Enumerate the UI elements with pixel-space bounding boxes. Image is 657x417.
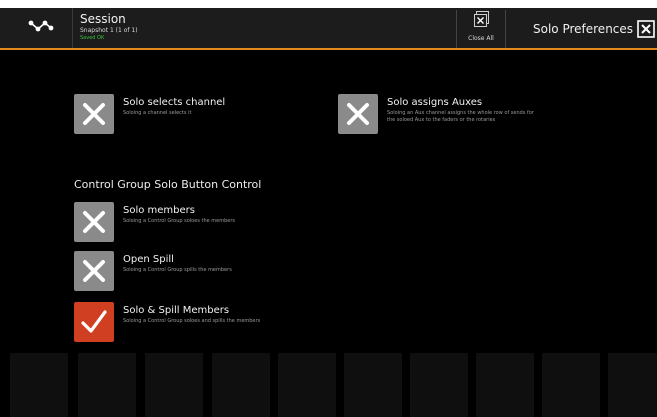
option-solo-selects-channel: Solo selects channel Soloing a channel s… bbox=[74, 94, 314, 134]
option-description: Soloing a Control Group soloes and spill… bbox=[123, 318, 261, 324]
strip-cell bbox=[344, 353, 402, 417]
checkmark-icon bbox=[81, 310, 107, 333]
solo-assigns-auxes-checkbox[interactable] bbox=[338, 94, 378, 134]
x-mark-icon bbox=[83, 260, 105, 282]
strip-cell bbox=[78, 353, 136, 417]
header-bar: Session Snapshot 1 (1 of 1) Saved OK Clo… bbox=[0, 8, 657, 50]
strip-cell bbox=[410, 353, 468, 417]
option-label: Solo selects channel bbox=[123, 97, 226, 108]
x-mark-icon bbox=[83, 211, 105, 233]
option-description: Soloing a Control Group soloes the membe… bbox=[123, 218, 236, 224]
strip-cell bbox=[476, 353, 534, 417]
bottom-strip bbox=[0, 353, 657, 417]
strip-cell bbox=[10, 353, 68, 417]
home-button[interactable] bbox=[10, 8, 73, 48]
panel-title: Solo Preferences bbox=[533, 22, 634, 36]
control-group-heading: Control Group Solo Button Control bbox=[74, 178, 262, 191]
option-description: Soloing a Control Group spills the membe… bbox=[123, 267, 232, 273]
option-description: Soloing a channel selects it bbox=[123, 110, 192, 116]
option-solo-members: Solo members Soloing a Control Group sol… bbox=[74, 202, 334, 242]
option-solo-spill-members: Solo & Spill Members Soloing a Control G… bbox=[74, 302, 354, 342]
session-info[interactable]: Session Snapshot 1 (1 of 1) Saved OK bbox=[80, 12, 450, 46]
strip-cell bbox=[542, 353, 600, 417]
option-label: Solo & Spill Members bbox=[123, 305, 230, 316]
close-icon bbox=[637, 20, 655, 42]
mixer-nodes-icon bbox=[28, 18, 54, 38]
x-mark-icon bbox=[83, 103, 105, 125]
option-label: Solo assigns Auxes bbox=[387, 97, 483, 108]
close-all-windows-icon bbox=[471, 10, 491, 34]
option-open-spill: Open Spill Soloing a Control Group spill… bbox=[74, 251, 334, 291]
solo-spill-members-checkbox[interactable] bbox=[74, 302, 114, 342]
option-description-line-1: Soloing an Aux channel assigns the whole… bbox=[387, 110, 534, 116]
strip-cell bbox=[278, 353, 336, 417]
strip-cell bbox=[212, 353, 270, 417]
strip-cell bbox=[608, 353, 657, 417]
close-all-button[interactable]: Close All bbox=[456, 10, 506, 48]
strip-cell bbox=[145, 353, 203, 417]
solo-members-checkbox[interactable] bbox=[74, 202, 114, 242]
solo-preferences-screen: Session Snapshot 1 (1 of 1) Saved OK Clo… bbox=[0, 8, 657, 417]
close-button[interactable] bbox=[637, 20, 655, 38]
solo-selects-channel-checkbox[interactable] bbox=[74, 94, 114, 134]
option-label: Solo members bbox=[123, 205, 195, 216]
session-title: Session bbox=[80, 12, 126, 26]
open-spill-checkbox[interactable] bbox=[74, 251, 114, 291]
x-mark-icon bbox=[347, 103, 369, 125]
close-all-label: Close All bbox=[468, 35, 494, 42]
snapshot-indicator: Snapshot 1 (1 of 1) bbox=[80, 27, 138, 34]
save-status: Saved OK bbox=[80, 35, 105, 41]
option-solo-assigns-auxes: Solo assigns Auxes Soloing an Aux channe… bbox=[338, 94, 638, 134]
option-label: Open Spill bbox=[123, 254, 174, 265]
option-description-line-2: the soloed Aux to the faders or the rota… bbox=[387, 117, 496, 123]
